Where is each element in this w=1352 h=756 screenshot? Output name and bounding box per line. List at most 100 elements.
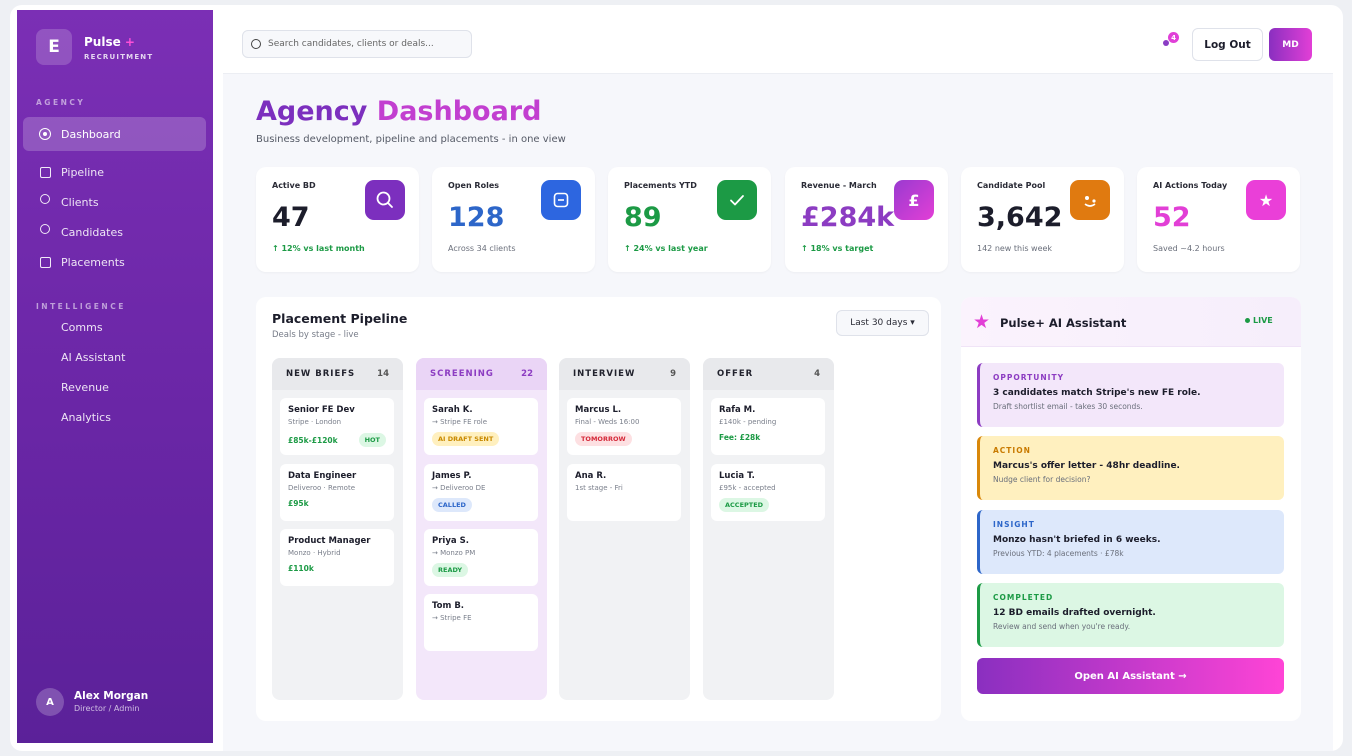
ai-suggestion-card[interactable]: COMPLETED 12 BD emails drafted overnight…: [977, 583, 1284, 647]
ai-suggestion-card[interactable]: INSIGHT Monzo hasn't briefed in 6 weeks.…: [977, 510, 1284, 574]
deal-card[interactable]: Senior FE Dev Stripe · London £85k-£120k…: [280, 398, 394, 455]
ai-card-kind: OPPORTUNITY: [993, 373, 1065, 382]
ai-card-subtext: Review and send when you're ready.: [993, 622, 1131, 631]
candidate-card[interactable]: Lucia T. £95k - accepted ACCEPTED: [711, 464, 825, 521]
kpi-note: ↑ 24% vs last year: [624, 244, 708, 253]
kpi-label: AI Actions Today: [1153, 181, 1228, 190]
logout-button[interactable]: Log Out: [1192, 28, 1263, 61]
card-salary: £95k: [288, 499, 309, 508]
card-subtitle: Stripe · London: [288, 418, 342, 426]
page-title-part2: Dashboard: [376, 96, 542, 127]
candidate-card[interactable]: Rafa M. £140k - pending Fee: £28k: [711, 398, 825, 455]
kpi-card-active-bd[interactable]: Active BD 47 ↑ 12% vs last month: [256, 167, 419, 272]
deal-card[interactable]: Product Manager Monzo · Hybrid £110k: [280, 529, 394, 586]
candidate-card[interactable]: James P. → Deliveroo DE CALLED: [424, 464, 538, 521]
pipeline-column-screening: SCREENING 22 Sarah K. → Stripe FE role A…: [416, 358, 547, 700]
candidate-card[interactable]: Tom B. → Stripe FE: [424, 594, 538, 651]
sidebar-item-revenue[interactable]: Revenue: [23, 370, 206, 404]
sidebar-item-placements[interactable]: Placements: [23, 245, 206, 279]
date-range-dropdown[interactable]: Last 30 days ▾: [836, 310, 929, 336]
candidate-card[interactable]: Ana R. 1st stage - Fri: [567, 464, 681, 521]
star-icon: ★: [973, 311, 991, 333]
card-title: James P.: [432, 471, 472, 481]
clients-icon: [37, 194, 53, 204]
kpi-note: Saved ~4.2 hours: [1153, 244, 1225, 253]
status-badge: READY: [432, 563, 469, 577]
ai-card-text: 3 candidates match Stripe's new FE role.: [993, 388, 1201, 398]
kpi-card-open-roles[interactable]: Open Roles 128 Across 34 clients: [432, 167, 595, 272]
deal-card[interactable]: Data Engineer Deliveroo · Remote £95k: [280, 464, 394, 521]
kpi-label: Revenue - March: [801, 181, 877, 190]
sidebar-item-label: Analytics: [61, 410, 111, 424]
kpi-card-candidate-pool[interactable]: Candidate Pool 3,642 142 new this week: [961, 167, 1124, 272]
sidebar-item-label: Comms: [61, 320, 103, 334]
pipeline-panel: Placement Pipeline Deals by stage - live…: [256, 297, 941, 721]
search-icon: [251, 39, 261, 49]
sidebar-item-comms[interactable]: Comms: [23, 310, 206, 344]
page-title: Agency Dashboard: [256, 96, 541, 127]
kpi-value: £284k: [801, 202, 895, 233]
candidate-card[interactable]: Marcus L. Final - Weds 16:00 TOMORROW: [567, 398, 681, 455]
column-count: 22: [521, 369, 533, 379]
pipeline-subtitle: Deals by stage - live: [272, 330, 359, 340]
kpi-card-revenue[interactable]: Revenue - March £284k ↑ 18% vs target £: [785, 167, 948, 272]
brand-text: Pulse: [84, 35, 121, 49]
sidebar-item-ai-assistant[interactable]: AI Assistant: [23, 340, 206, 374]
card-subtitle: Monzo · Hybrid: [288, 549, 341, 557]
candidate-card[interactable]: Priya S. → Monzo PM READY: [424, 529, 538, 586]
notification-badge: 4: [1168, 32, 1179, 43]
open-ai-assistant-button[interactable]: Open AI Assistant →: [977, 658, 1284, 694]
status-badge: AI DRAFT SENT: [432, 432, 500, 446]
sidebar-item-pipeline[interactable]: Pipeline: [23, 155, 206, 189]
page-title-part1: Agency: [256, 96, 368, 127]
card-title: Rafa M.: [719, 405, 756, 415]
column-count: 9: [670, 369, 676, 379]
profile-avatar[interactable]: MD: [1269, 28, 1312, 61]
card-subtitle: Deliveroo · Remote: [288, 484, 356, 492]
sidebar-item-label: Dashboard: [61, 127, 121, 141]
ai-suggestion-card[interactable]: ACTION Marcus's offer letter - 48hr dead…: [977, 436, 1284, 500]
ai-panel-title: Pulse+ AI Assistant: [1000, 316, 1127, 330]
ai-card-kind: COMPLETED: [993, 593, 1054, 602]
sidebar-item-label: Candidates: [61, 225, 123, 239]
card-salary: £110k: [288, 564, 314, 573]
card-subtitle: £140k - pending: [719, 418, 777, 426]
candidates-icon: [37, 224, 53, 234]
notification-icon[interactable]: [1163, 40, 1169, 46]
kpi-note: ↑ 18% vs target: [801, 244, 874, 253]
briefcase-icon: [541, 180, 581, 220]
sidebar-item-analytics[interactable]: Analytics: [23, 400, 206, 434]
ai-suggestion-card[interactable]: OPPORTUNITY 3 candidates match Stripe's …: [977, 363, 1284, 427]
kpi-note: 142 new this week: [977, 244, 1053, 253]
search-input[interactable]: [268, 39, 468, 49]
card-title: Ana R.: [575, 471, 607, 481]
pipeline-icon: [37, 166, 53, 178]
kpi-card-placements-ytd[interactable]: Placements YTD 89 ↑ 24% vs last year: [608, 167, 771, 272]
card-title: Data Engineer: [288, 471, 357, 481]
dashboard-icon: [37, 128, 53, 140]
kpi-card-ai-actions[interactable]: AI Actions Today 52 Saved ~4.2 hours ★: [1137, 167, 1300, 272]
sidebar-item-dashboard[interactable]: Dashboard: [23, 117, 206, 151]
sidebar-item-label: AI Assistant: [61, 350, 126, 364]
sidebar-item-candidates[interactable]: Candidates: [23, 215, 206, 249]
candidate-card[interactable]: Sarah K. → Stripe FE role AI DRAFT SENT: [424, 398, 538, 455]
sidebar-item-label: Clients: [61, 195, 99, 209]
check-icon: [717, 180, 757, 220]
pipeline-column-offer: OFFER 4 Rafa M. £140k - pending Fee: £28…: [703, 358, 834, 700]
card-salary: £85k-£120k: [288, 435, 338, 445]
user-avatar[interactable]: A: [36, 688, 64, 716]
card-title: Tom B.: [432, 601, 465, 611]
placements-icon: [37, 256, 53, 268]
pipeline-column-interview: INTERVIEW 9 Marcus L. Final - Weds 16:00…: [559, 358, 690, 700]
kpi-label: Open Roles: [448, 181, 500, 190]
column-header: SCREENING 22: [416, 358, 547, 390]
kpi-value: 47: [272, 202, 310, 233]
smiley-icon: [1070, 180, 1110, 220]
section-label-agency: AGENCY: [36, 98, 86, 107]
kpi-value: 89: [624, 202, 662, 233]
pound-icon: £: [894, 180, 934, 220]
page-subtitle: Business development, pipeline and place…: [256, 134, 566, 145]
pipeline-title: Placement Pipeline: [272, 311, 408, 326]
sidebar-item-clients[interactable]: Clients: [23, 185, 206, 219]
search-box[interactable]: [242, 30, 472, 58]
